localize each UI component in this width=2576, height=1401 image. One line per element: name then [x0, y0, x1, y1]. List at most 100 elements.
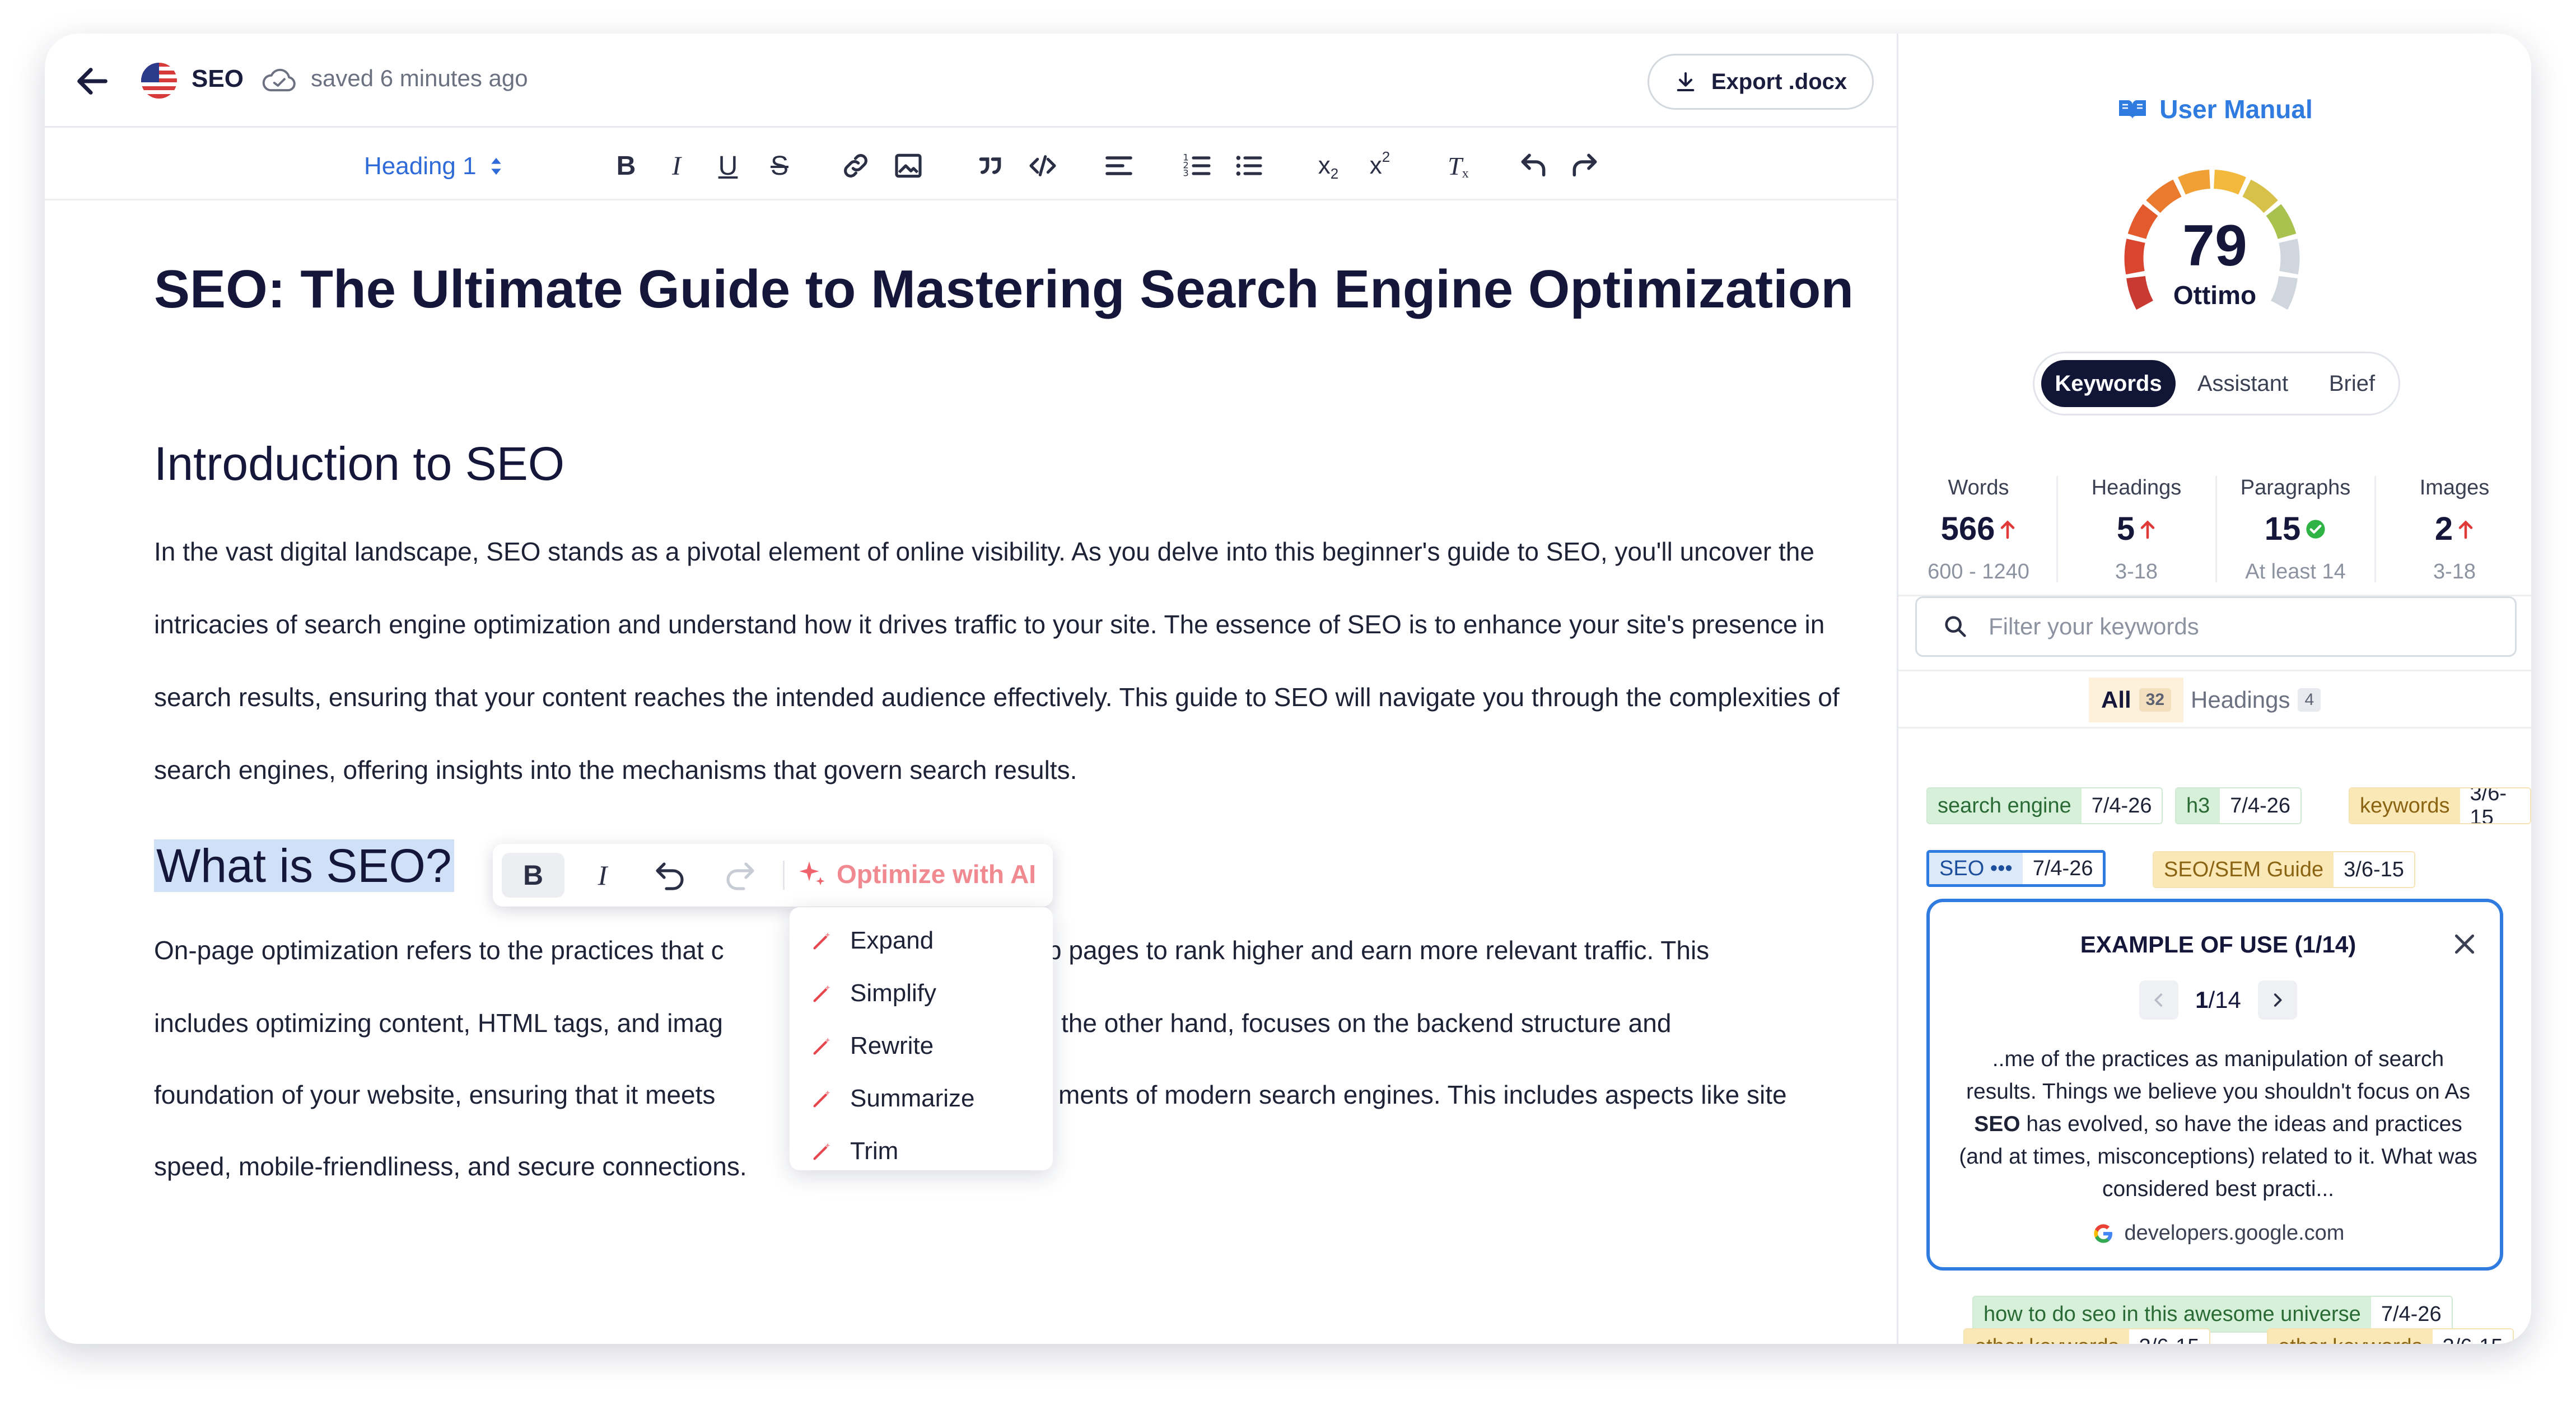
download-icon: [1677, 72, 1695, 91]
keyword-chip[interactable]: other keywords 3/6-15: [2267, 1328, 2514, 1344]
subscript-icon[interactable]: x2: [1312, 150, 1345, 182]
section-heading-intro[interactable]: Introduction to SEO: [154, 437, 564, 491]
stat-divider: [2215, 476, 2217, 582]
example-snippet-text: ..me of the practices as manipulation of…: [1966, 1047, 2470, 1104]
keyword-chip[interactable]: how to do seo in this awesome universe 7…: [1972, 1296, 2453, 1333]
stat-range: 600 - 1240: [1928, 560, 2029, 583]
ai-menu-item-simplify[interactable]: Simplify: [811, 971, 936, 1016]
link-icon[interactable]: [840, 150, 871, 181]
stat-value: 5: [2116, 511, 2135, 547]
ordered-list-icon[interactable]: 1 2 3: [1182, 150, 1213, 181]
intro-paragraph[interactable]: In the vast digital landscape, SEO stand…: [154, 515, 1845, 806]
book-icon: [2119, 100, 2146, 119]
user-manual-link[interactable]: User Manual: [1898, 94, 2531, 124]
tab-assistant[interactable]: Assistant: [2181, 360, 2304, 407]
underline-icon[interactable]: U: [712, 150, 744, 181]
undo-icon[interactable]: [1518, 150, 1549, 181]
chevron-left-icon: [2154, 993, 2163, 1007]
mini-bold-button[interactable]: B: [502, 853, 564, 898]
keyword-term: keywords: [2350, 788, 2460, 823]
selected-heading-text[interactable]: What is SEO?: [154, 839, 454, 892]
floating-format-toolbar: B I Optimize with AI: [493, 844, 1053, 907]
example-source-domain: developers.google.com: [2124, 1221, 2345, 1245]
editor-pane: SEO saved 6 minutes ago Export .docx Hea…: [45, 34, 1898, 1344]
example-next-button[interactable]: [2257, 980, 2297, 1020]
back-arrow-icon[interactable]: [73, 62, 112, 101]
mini-redo-icon[interactable]: [708, 853, 771, 898]
formatting-toolbar: Heading 1 B I U S 1 2 3 x 2 x 2 T x: [45, 128, 1898, 200]
divider: [1898, 727, 2531, 728]
quote-icon[interactable]: [974, 150, 1006, 181]
stat-value: 15: [2264, 511, 2301, 547]
close-icon[interactable]: [2451, 930, 2479, 958]
keyword-chip[interactable]: keywords 3/6-15: [2349, 787, 2531, 824]
image-icon[interactable]: [893, 150, 924, 181]
stat-value: 2: [2434, 511, 2453, 547]
keyword-count: 7/4-26: [2370, 1297, 2452, 1332]
document-title[interactable]: SEO: The Ultimate Guide to Mastering Sea…: [154, 259, 1854, 320]
ai-menu-label: Trim: [850, 1137, 899, 1165]
example-title: EXAMPLE OF USE (1/14): [2080, 931, 2356, 958]
keyword-filter-input[interactable]: Filter your keywords: [1915, 596, 2517, 657]
google-icon: [2093, 1223, 2112, 1243]
italic-icon[interactable]: I: [661, 150, 692, 181]
ai-menu-item-trim[interactable]: Trim: [811, 1129, 898, 1174]
optimize-with-ai-button[interactable]: Optimize with AI: [795, 857, 1036, 891]
filter-tab-all[interactable]: All 32: [2089, 678, 2184, 722]
keyword-term: how to do seo in this awesome universe: [1973, 1297, 2371, 1332]
stat-label: Paragraphs: [2240, 476, 2351, 499]
us-flag-icon: [141, 63, 177, 99]
strikethrough-icon[interactable]: S: [764, 150, 795, 181]
example-pagination: 1/14: [1930, 980, 2507, 1020]
example-snippet-text: has evolved, so have the ideas and pract…: [1959, 1112, 2477, 1201]
magic-wand-icon: [813, 1143, 830, 1160]
ai-menu-label: Rewrite: [850, 1032, 934, 1059]
keyword-count: 7/4-26: [2220, 788, 2301, 823]
ai-menu-label: Simplify: [850, 979, 937, 1007]
tab-keywords[interactable]: Keywords: [2041, 360, 2176, 407]
clear-format-icon[interactable]: Tx: [1441, 150, 1475, 181]
save-status: saved 6 minutes ago: [311, 65, 528, 91]
ai-menu-item-expand[interactable]: Expand: [811, 918, 934, 963]
ai-menu-item-rewrite[interactable]: Rewrite: [811, 1024, 934, 1068]
keyword-chip[interactable]: SEO/SEM Guide 3/6-15: [2153, 851, 2415, 888]
mini-undo-icon[interactable]: [640, 853, 702, 898]
editor-header: SEO saved 6 minutes ago Export .docx: [45, 34, 1898, 128]
filter-tab-count: 32: [2139, 688, 2172, 712]
heading-style-select[interactable]: Heading 1: [364, 152, 503, 180]
filter-tab-headings[interactable]: Headings 4: [2178, 678, 2333, 722]
stat-label: Images: [2419, 476, 2490, 499]
seo-score-value: 79: [2182, 213, 2247, 278]
seo-paragraph-text: b pages to rank higher and earn more rel…: [1047, 936, 1710, 965]
filter-tab-label: All: [2101, 687, 2131, 713]
section-heading-what-is-seo[interactable]: What is SEO?: [154, 839, 454, 893]
bold-icon[interactable]: B: [610, 150, 642, 181]
keyword-chip[interactable]: search engine 7/4-26: [1926, 787, 2163, 824]
superscript-icon[interactable]: x2: [1363, 148, 1397, 181]
example-prev-button[interactable]: [2139, 980, 2179, 1020]
keyword-chip-selected[interactable]: SEO ••• 7/4-26: [1926, 850, 2106, 887]
keyword-chip[interactable]: h3 7/4-26: [2175, 787, 2302, 824]
export-docx-button[interactable]: Export .docx: [1648, 54, 1874, 110]
export-label: Export .docx: [1711, 69, 1847, 94]
mini-italic-button[interactable]: I: [571, 853, 634, 898]
user-manual-label: User Manual: [2159, 95, 2313, 124]
arrow-up-icon: [2140, 520, 2155, 539]
keyword-term: other keywords: [2268, 1329, 2433, 1344]
keyword-count: 3/6-15: [2334, 852, 2414, 887]
stat-value: 566: [1940, 511, 1995, 547]
heading-style-value: Heading 1: [364, 152, 477, 180]
align-left-icon[interactable]: [1103, 150, 1135, 181]
keyword-filter-placeholder: Filter your keywords: [1989, 613, 2199, 639]
divider: [1898, 670, 2531, 671]
stat-divider: [2056, 476, 2058, 582]
tab-brief[interactable]: Brief: [2310, 360, 2394, 407]
toolbar-divider: [783, 861, 785, 890]
code-icon[interactable]: [1027, 150, 1058, 181]
redo-icon[interactable]: [1569, 150, 1600, 181]
example-source[interactable]: developers.google.com: [1930, 1221, 2507, 1245]
ai-menu-item-summarize[interactable]: Summarize: [811, 1076, 975, 1121]
bullet-list-icon[interactable]: [1233, 150, 1264, 181]
keyword-term: h3: [2176, 788, 2220, 823]
keyword-chip[interactable]: other keywords 3/6-15: [1963, 1328, 2211, 1344]
